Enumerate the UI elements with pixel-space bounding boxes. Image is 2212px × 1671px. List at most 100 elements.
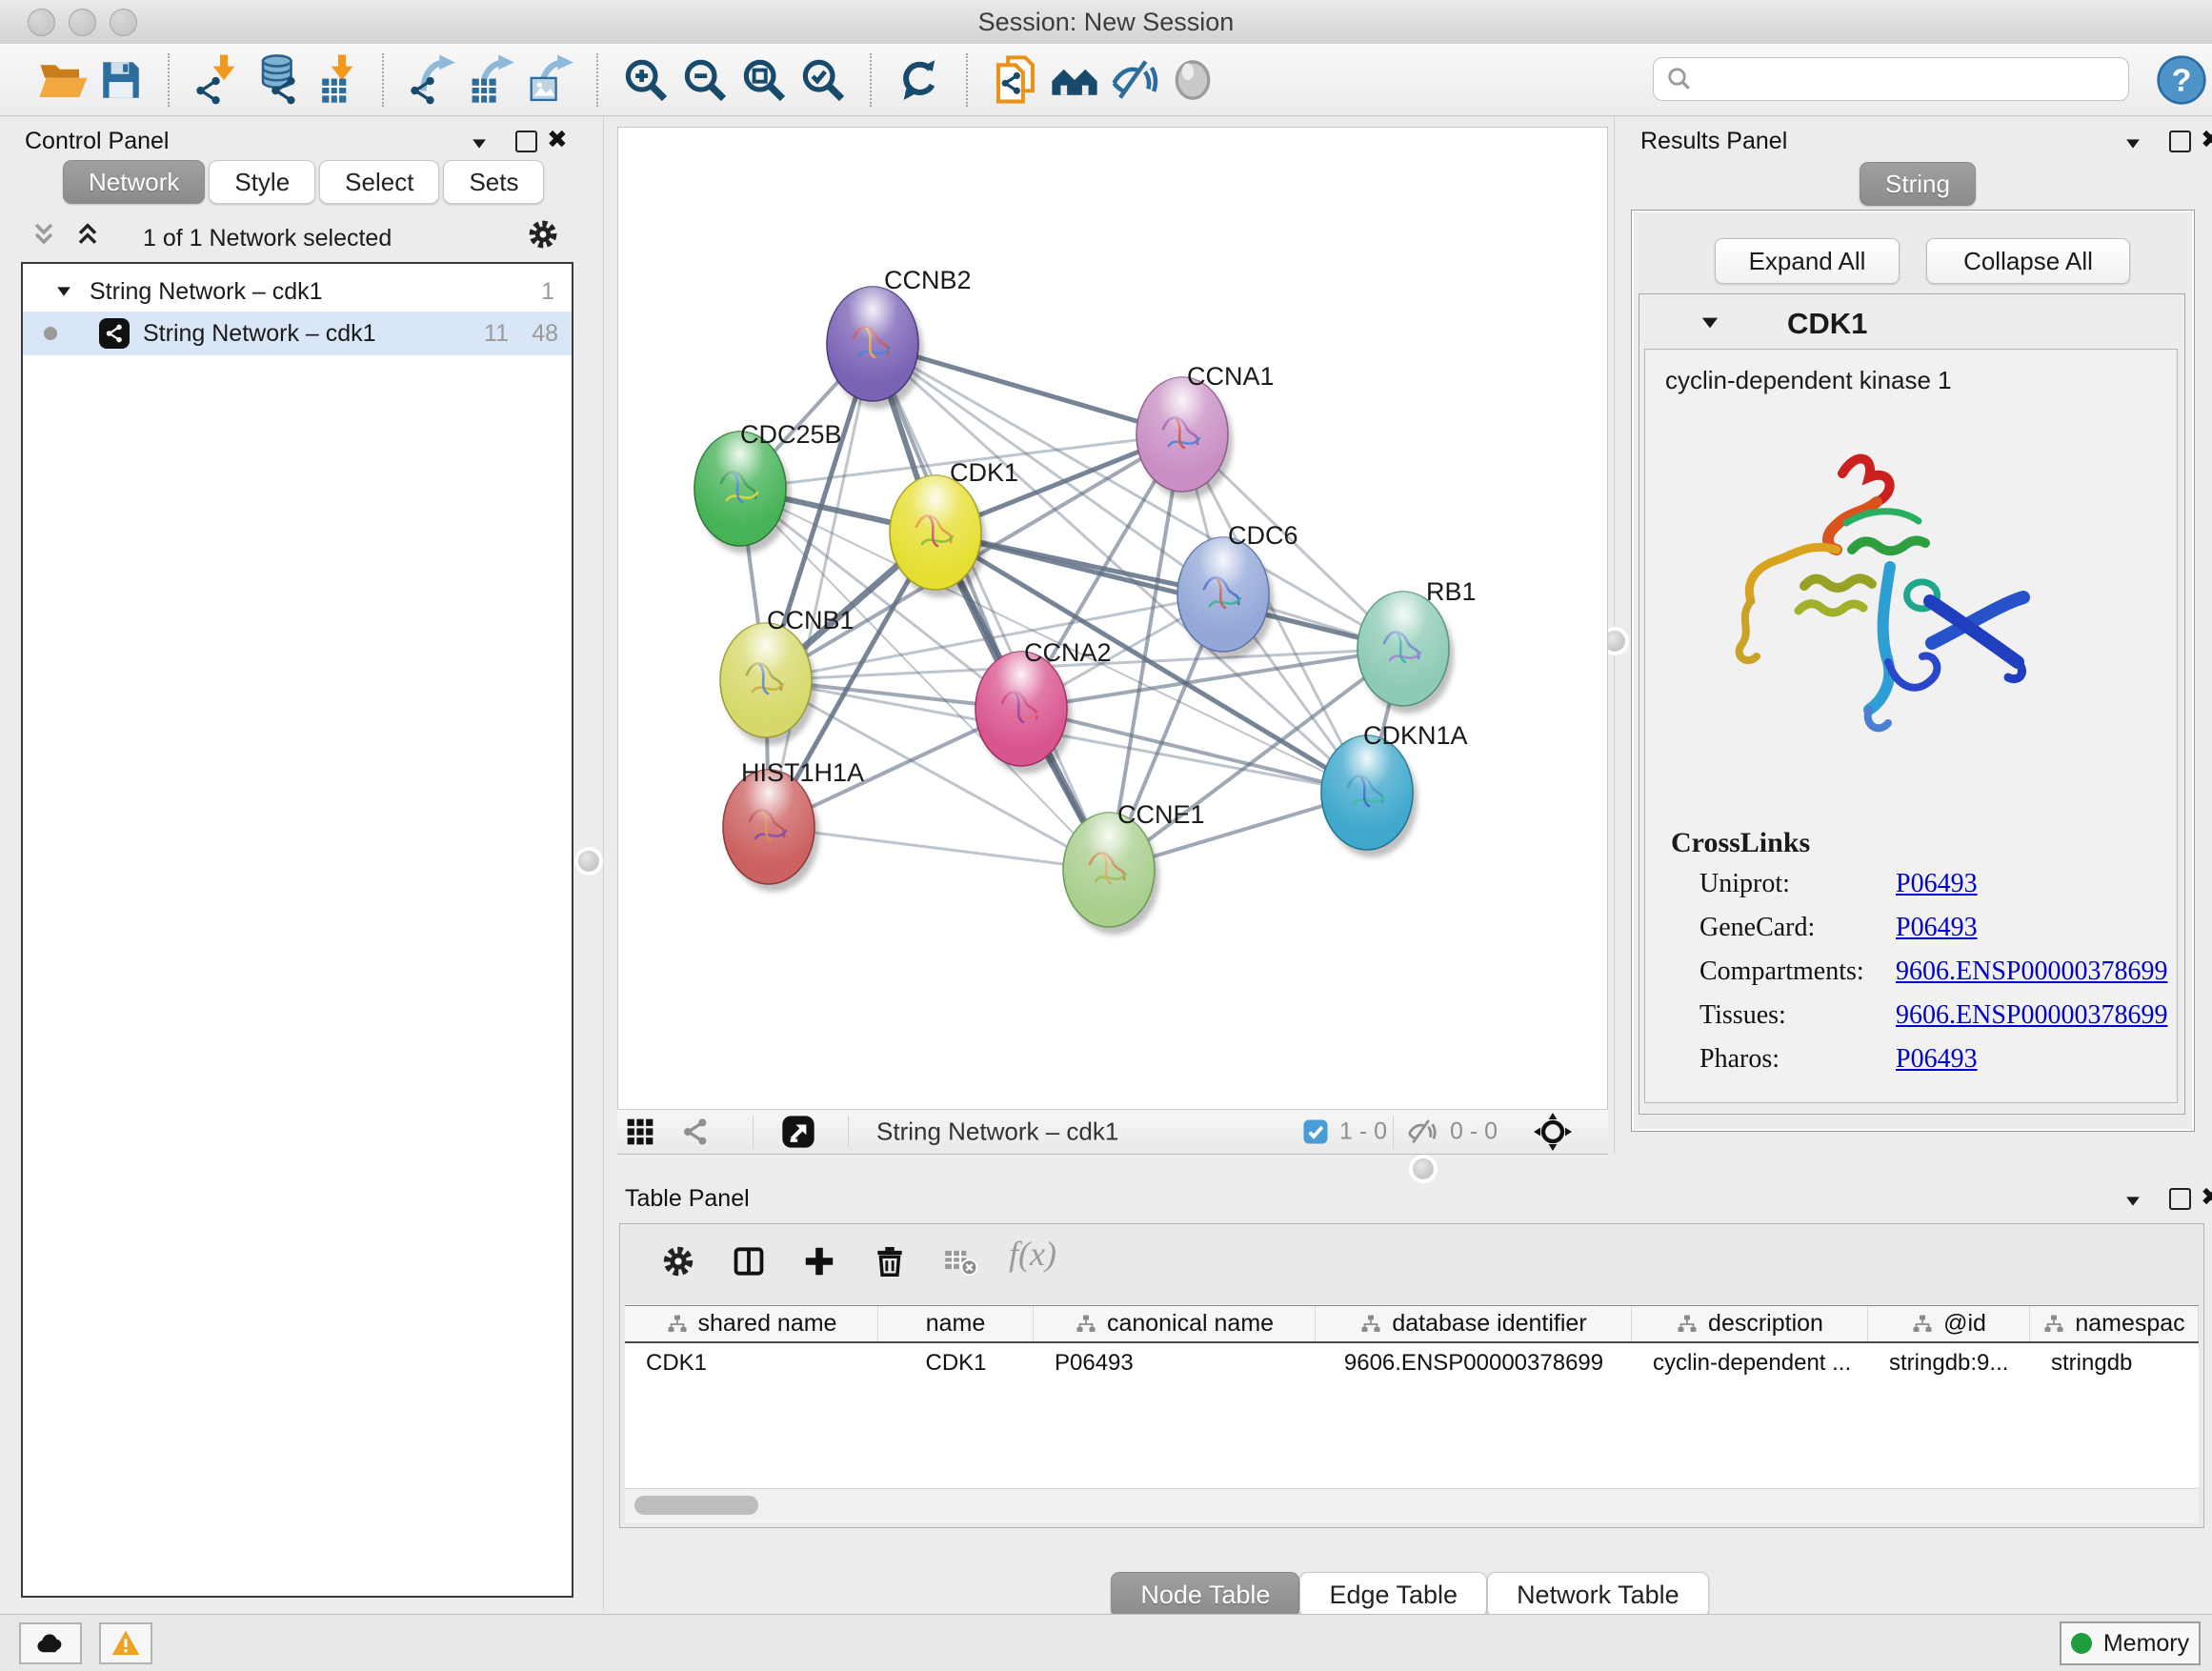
- crosslink-compartments--link[interactable]: 9606.ENSP00000378699: [1896, 956, 2167, 987]
- expand-all-networks-button[interactable]: [72, 219, 103, 250]
- cloud-button[interactable]: [19, 1622, 82, 1664]
- column-header-namespac[interactable]: namespac: [2030, 1306, 2199, 1341]
- results-panel-close-button[interactable]: ✖: [2201, 130, 2212, 151]
- crosslink-tissues--link[interactable]: 9606.ENSP00000378699: [1896, 1000, 2167, 1031]
- table-panel-float-button[interactable]: [2122, 1191, 2143, 1212]
- scrollbar-thumb[interactable]: [634, 1496, 758, 1515]
- column-header-database-identifier[interactable]: database identifier: [1316, 1306, 1632, 1341]
- control-panel-close-button[interactable]: ✖: [547, 130, 568, 151]
- add-column-button[interactable]: [801, 1243, 837, 1279]
- table-panel-maximize-button[interactable]: [2169, 1188, 2191, 1210]
- search-input[interactable]: [1703, 65, 2128, 93]
- collapse-all-button[interactable]: Collapse All: [1926, 238, 2130, 284]
- table-cell-canonical-name[interactable]: P06493: [1034, 1350, 1316, 1377]
- collapse-all-networks-button[interactable]: [29, 219, 59, 250]
- export-network-button[interactable]: [402, 50, 461, 110]
- node-ccna1[interactable]: CCNA1: [1136, 362, 1275, 499]
- search-field[interactable]: [1653, 57, 2129, 101]
- table-cell-name[interactable]: CDK1: [878, 1350, 1034, 1377]
- column-header-description[interactable]: description: [1632, 1306, 1868, 1341]
- home-button[interactable]: [1045, 50, 1104, 110]
- zoom-in-button[interactable]: [616, 50, 675, 110]
- grid-view-button[interactable]: [625, 1117, 655, 1147]
- table-cell-namespac[interactable]: stringdb: [2030, 1350, 2199, 1377]
- edge-ccnb2-hist1h1a[interactable]: [769, 344, 873, 827]
- import-network-button[interactable]: [188, 50, 247, 110]
- table-row[interactable]: CDK1CDK1P064939606.ENSP00000378699cyclin…: [625, 1343, 2199, 1383]
- pan-crosshair-button[interactable]: [1534, 1113, 1572, 1151]
- column-header-shared-name[interactable]: shared name: [625, 1306, 878, 1341]
- tab-string[interactable]: String: [1860, 162, 1976, 206]
- column-header--id[interactable]: @id: [1868, 1306, 2030, 1341]
- export-table-button[interactable]: [461, 50, 520, 110]
- refresh-button[interactable]: [890, 50, 949, 110]
- tab-network-table[interactable]: Network Table: [1487, 1572, 1709, 1618]
- gene-collapse-triangle[interactable]: [1698, 311, 1722, 335]
- open-session-button[interactable]: [32, 50, 91, 110]
- collapse-triangle-icon[interactable]: [53, 281, 74, 302]
- tab-select[interactable]: Select: [319, 160, 439, 204]
- import-table-button[interactable]: [306, 50, 365, 110]
- network-graph[interactable]: CCNB2CCNA1CDC25BCDK1CDC6RB1CCNB1CCNA2CDK…: [618, 128, 1607, 1109]
- network-overview-button[interactable]: [680, 1117, 711, 1147]
- network-canvas[interactable]: CCNB2CCNA1CDC25BCDK1CDC6RB1CCNB1CCNA2CDK…: [617, 127, 1608, 1110]
- table-cell-database-identifier[interactable]: 9606.ENSP00000378699: [1316, 1350, 1632, 1377]
- table-panel-close-button[interactable]: ✖: [2201, 1187, 2212, 1208]
- window-zoom-button[interactable]: [110, 9, 137, 36]
- show-column-button[interactable]: [731, 1243, 767, 1279]
- bottom-divider-handle[interactable]: [1413, 1158, 1434, 1179]
- edge-hist1h1a-ccne1[interactable]: [769, 827, 1109, 870]
- zoom-fit-button[interactable]: [734, 50, 794, 110]
- node-hist1h1a[interactable]: HIST1H1A: [723, 758, 864, 892]
- network-collection-row[interactable]: String Network – cdk1 1: [23, 272, 572, 312]
- save-session-button[interactable]: [91, 50, 151, 110]
- control-panel-float-button[interactable]: [469, 133, 490, 154]
- tab-node-table[interactable]: Node Table: [1111, 1572, 1299, 1618]
- tab-sets[interactable]: Sets: [443, 160, 544, 204]
- crosslink-genecard--link[interactable]: P06493: [1896, 913, 1978, 943]
- birdseye-view-button[interactable]: [779, 1113, 817, 1151]
- import-network-from-database-button[interactable]: [247, 50, 306, 110]
- table-options-gear-button[interactable]: [660, 1243, 696, 1279]
- left-divider-handle[interactable]: [578, 851, 599, 872]
- table-cell-shared-name[interactable]: CDK1: [625, 1350, 878, 1377]
- crosslink-pharos--link[interactable]: P06493: [1896, 1044, 1978, 1075]
- tab-style[interactable]: Style: [209, 160, 315, 204]
- expand-all-button[interactable]: Expand All: [1715, 238, 1900, 284]
- memory-button[interactable]: Memory: [2060, 1621, 2201, 1665]
- table-cell--id[interactable]: stringdb:9...: [1868, 1350, 2030, 1377]
- network-options-gear-button[interactable]: [526, 217, 560, 252]
- table-horizontal-scrollbar[interactable]: [625, 1488, 2199, 1523]
- control-panel-maximize-button[interactable]: [515, 131, 537, 152]
- tab-network[interactable]: Network: [63, 160, 205, 204]
- edge-cdk1-rb1[interactable]: [935, 533, 1403, 649]
- node-cdk1[interactable]: CDK1: [890, 458, 1018, 597]
- tab-edge-table[interactable]: Edge Table: [1299, 1572, 1487, 1618]
- left-panel-divider[interactable]: [603, 117, 604, 1611]
- hidden-eye-slash-icon[interactable]: [1406, 1117, 1437, 1147]
- node-rb1[interactable]: RB1: [1357, 577, 1477, 714]
- zoom-selected-button[interactable]: [794, 50, 853, 110]
- results-panel-maximize-button[interactable]: [2169, 131, 2191, 152]
- table-cell-description[interactable]: cyclin-dependent ...: [1632, 1350, 1868, 1377]
- edge-ccnb2-ccne1[interactable]: [873, 344, 1109, 870]
- warnings-button[interactable]: [99, 1622, 152, 1664]
- node-cdkn1a[interactable]: CDKN1A: [1321, 721, 1468, 857]
- hide-panels-button[interactable]: [1104, 50, 1163, 110]
- node-cdc25b[interactable]: CDC25B: [694, 420, 842, 554]
- duplicate-network-button[interactable]: [986, 50, 1045, 110]
- selected-checkbox-icon[interactable]: [1301, 1117, 1330, 1146]
- column-header-canonical-name[interactable]: canonical name: [1034, 1306, 1316, 1341]
- results-panel-float-button[interactable]: [2122, 133, 2143, 154]
- network-row-selected[interactable]: String Network – cdk1 11 48: [23, 312, 572, 355]
- window-minimize-button[interactable]: [69, 9, 96, 36]
- zoom-out-button[interactable]: [675, 50, 734, 110]
- delete-column-button[interactable]: [872, 1243, 908, 1279]
- export-image-button[interactable]: [520, 50, 579, 110]
- node-cdc6[interactable]: CDC6: [1177, 521, 1298, 659]
- crosslink-uniprot--link[interactable]: P06493: [1896, 869, 1978, 899]
- help-button[interactable]: [2156, 54, 2207, 106]
- eye-button[interactable]: [1163, 50, 1222, 110]
- column-header-name[interactable]: name: [878, 1306, 1034, 1341]
- window-close-button[interactable]: [28, 9, 55, 36]
